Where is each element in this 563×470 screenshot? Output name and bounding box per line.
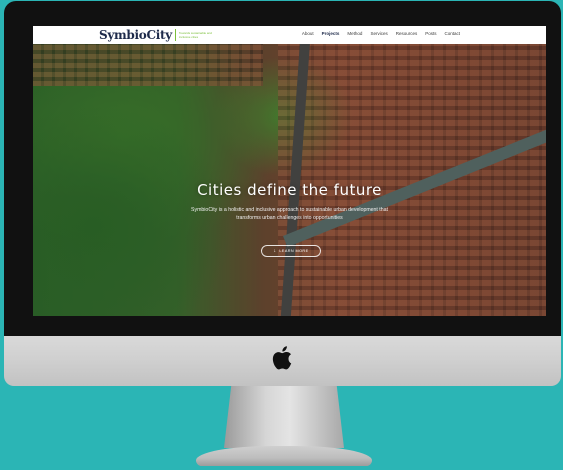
nav-item-posts[interactable]: Posts <box>425 31 436 36</box>
learn-more-button[interactable]: ↓ LEARN MORE <box>261 245 321 257</box>
nav-item-services[interactable]: Services <box>370 31 387 36</box>
arrow-down-icon: ↓ <box>273 247 277 254</box>
site-navbar: SymbioCity Towards sustainable and inclu… <box>33 26 546 44</box>
logo-wordmark: SymbioCity <box>99 28 172 42</box>
hero-overlay <box>33 26 546 316</box>
website-screen: SymbioCity Towards sustainable and inclu… <box>33 26 546 316</box>
apple-logo-icon <box>272 346 292 370</box>
nav-item-projects[interactable]: Projects <box>322 31 340 36</box>
logo-divider <box>174 29 176 41</box>
hero-title: Cities define the future <box>197 181 382 199</box>
hero-subtitle: SymbioCity is a holistic and inclusive a… <box>191 207 388 221</box>
learn-more-label: LEARN MORE <box>279 249 309 253</box>
imac-screen-bezel: SymbioCity Towards sustainable and inclu… <box>4 1 561 336</box>
main-nav: About Projects Method Services Resources… <box>302 31 460 36</box>
logo-tagline: Towards sustainable and inclusive cities <box>178 31 212 39</box>
imac-stand-base <box>196 446 372 466</box>
imac-stand-neck <box>224 386 344 448</box>
site-logo[interactable]: SymbioCity Towards sustainable and inclu… <box>99 28 215 42</box>
nav-item-resources[interactable]: Resources <box>396 31 418 36</box>
nav-item-contact[interactable]: Contact <box>444 31 460 36</box>
nav-item-about[interactable]: About <box>302 31 314 36</box>
nav-item-method[interactable]: Method <box>347 31 362 36</box>
